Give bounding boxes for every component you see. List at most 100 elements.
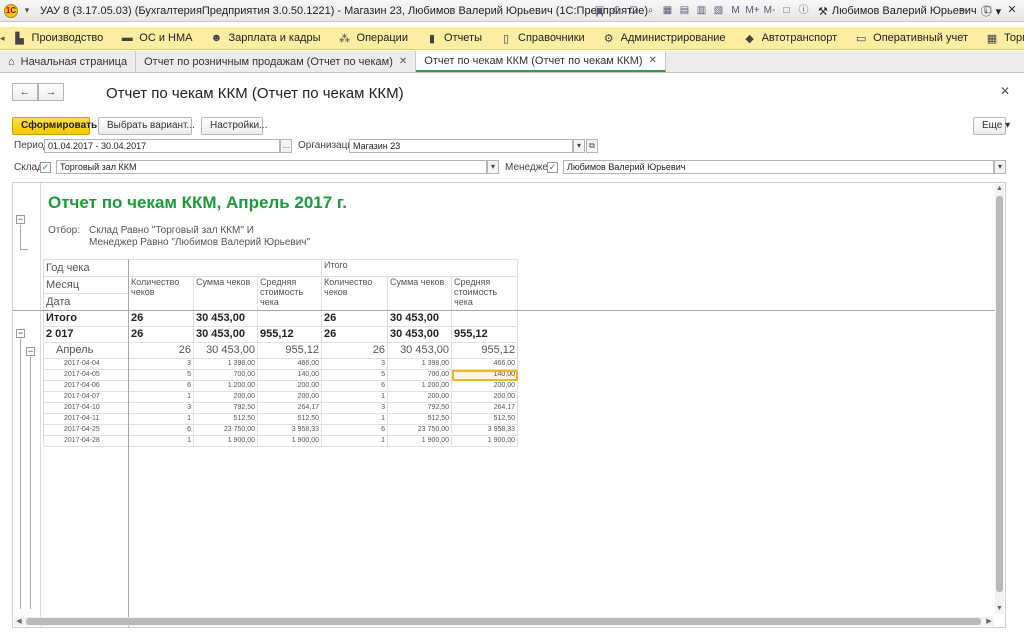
row-count[interactable]: 3	[128, 358, 194, 370]
total-average[interactable]	[257, 310, 322, 327]
month-count[interactable]: 26	[128, 342, 194, 359]
row-average[interactable]: 200,00	[257, 380, 322, 392]
total-sum[interactable]: 30 453,00	[193, 310, 258, 327]
chevron-down-icon[interactable]: ▾	[487, 160, 499, 174]
period-field[interactable]: 01.04.2017 - 30.04.2017	[44, 139, 280, 153]
screen-icon[interactable]: □	[779, 3, 794, 18]
print-icon[interactable]: ⎙	[609, 3, 624, 18]
row-average[interactable]: 466,00	[257, 358, 322, 370]
row-total-average[interactable]: 200,00	[451, 380, 518, 392]
year-count[interactable]: 26	[128, 326, 194, 343]
row-count[interactable]: 1	[128, 391, 194, 403]
row-total-average[interactable]: 3 958,33	[451, 424, 518, 436]
year-total-average[interactable]: 955,12	[451, 326, 518, 343]
select-variant-button[interactable]: Выбрать вариант...	[98, 117, 195, 135]
row-date[interactable]: 2017-04-04	[43, 358, 129, 370]
main-menu-arrow-icon[interactable]: ▾	[20, 5, 34, 16]
table-icon[interactable]: ▧	[711, 3, 726, 18]
section-production[interactable]: ▙ Производство	[5, 27, 113, 50]
row-sum[interactable]: 1 900,00	[193, 435, 258, 447]
m-icon[interactable]: M	[728, 3, 743, 18]
row-count[interactable]: 6	[128, 424, 194, 436]
row-total-count[interactable]: 5	[321, 369, 388, 381]
row-count[interactable]: 1	[128, 435, 194, 447]
warehouse-checkbox[interactable]: ✓	[40, 162, 51, 173]
section-salary[interactable]: ☻ Зарплата и кадры	[201, 27, 329, 50]
calendar-icon[interactable]: ▦	[660, 3, 675, 18]
month-total-sum[interactable]: 30 453,00	[387, 342, 452, 359]
row-sum[interactable]: 512,50	[193, 413, 258, 425]
row-date[interactable]: 2017-04-11	[43, 413, 129, 425]
scroll-left-icon[interactable]: ◀	[14, 617, 24, 626]
tab-kkm-report[interactable]: Отчет по чекам ККМ (Отчет по чекам ККМ) …	[416, 51, 666, 72]
row-count[interactable]: 6	[128, 380, 194, 392]
vertical-scroll-thumb[interactable]	[996, 196, 1003, 592]
row-total-sum[interactable]: 200,00	[387, 391, 452, 403]
row-total-average[interactable]: 200,00	[451, 391, 518, 403]
row-total-count[interactable]: 1	[321, 435, 388, 447]
row-average[interactable]: 140,00	[257, 369, 322, 381]
row-date[interactable]: 2017-04-28	[43, 435, 129, 447]
row-sum[interactable]: 1 200,00	[193, 380, 258, 392]
month-average[interactable]: 955,12	[257, 342, 322, 359]
month-total-count[interactable]: 26	[321, 342, 388, 359]
collapse-header-icon[interactable]: −	[16, 215, 25, 224]
month-label[interactable]: Апрель	[43, 342, 129, 359]
row-date[interactable]: 2017-04-07	[43, 391, 129, 403]
organization-field[interactable]: Магазин 23	[349, 139, 573, 153]
chevron-down-icon[interactable]: ▾	[573, 139, 585, 153]
chevron-down-icon[interactable]: ▾	[994, 160, 1006, 174]
row-total-sum[interactable]: 1 200,00	[387, 380, 452, 392]
row-count[interactable]: 5	[128, 369, 194, 381]
row-date[interactable]: 2017-04-06	[43, 380, 129, 392]
manager-field[interactable]: Любимов Валерий Юрьевич	[563, 160, 994, 174]
section-vehicles[interactable]: ◆ Автотранспорт	[735, 27, 847, 50]
row-total-average[interactable]: 512,50	[451, 413, 518, 425]
save-icon[interactable]: ▣	[592, 3, 607, 18]
row-total-count[interactable]: 3	[321, 358, 388, 370]
selected-cell[interactable]: 140,00	[451, 369, 518, 381]
row-average[interactable]: 3 958,33	[257, 424, 322, 436]
total-total-sum[interactable]: 30 453,00	[387, 310, 452, 327]
row-total-count[interactable]: 1	[321, 413, 388, 425]
back-arrow-icon[interactable]: ←	[12, 83, 38, 101]
row-sum[interactable]: 23 750,00	[193, 424, 258, 436]
row-total-sum[interactable]: 23 750,00	[387, 424, 452, 436]
row-total-sum[interactable]: 700,00	[387, 369, 452, 381]
preview-icon[interactable]: ⊡	[626, 3, 641, 18]
period-select-button[interactable]: ...	[280, 139, 292, 153]
total-label[interactable]: Итого	[43, 310, 129, 327]
section-fixed-assets[interactable]: ▬ ОС и НМА	[112, 27, 201, 50]
row-average[interactable]: 200,00	[257, 391, 322, 403]
row-total-average[interactable]: 466,00	[451, 358, 518, 370]
year-average[interactable]: 955,12	[257, 326, 322, 343]
calendar-icon[interactable]: ▥	[694, 3, 709, 18]
search-icon[interactable]: ⌕	[643, 3, 658, 18]
row-date[interactable]: 2017-04-05	[43, 369, 129, 381]
section-operations[interactable]: ⁂ Операции	[330, 27, 417, 50]
row-count[interactable]: 3	[128, 402, 194, 414]
row-count[interactable]: 1	[128, 413, 194, 425]
row-total-average[interactable]: 264,17	[451, 402, 518, 414]
year-label[interactable]: 2 017	[43, 326, 129, 343]
report-document[interactable]: − − − Отчет по чекам ККМ, Апрель 2017 г.…	[12, 182, 1006, 628]
row-sum[interactable]: 200,00	[193, 391, 258, 403]
total-count[interactable]: 26	[128, 310, 194, 327]
settings-button[interactable]: Настройки...	[201, 117, 267, 135]
tab-retail-report[interactable]: Отчет по розничным продажам (Отчет по че…	[136, 51, 417, 72]
month-total-average[interactable]: 955,12	[451, 342, 518, 359]
month-sum[interactable]: 30 453,00	[193, 342, 258, 359]
row-total-count[interactable]: 3	[321, 402, 388, 414]
horizontal-scroll-thumb[interactable]	[26, 618, 981, 625]
m-plus-icon[interactable]: M+	[745, 3, 760, 18]
year-total-sum[interactable]: 30 453,00	[387, 326, 452, 343]
warehouse-field[interactable]: Торговый зал ККМ	[56, 160, 487, 174]
manager-checkbox[interactable]: ✓	[547, 162, 558, 173]
generate-button[interactable]: Сформировать	[12, 117, 97, 135]
collapse-month-icon[interactable]: −	[26, 347, 35, 356]
total-total-count[interactable]: 26	[321, 310, 388, 327]
close-icon[interactable]: ✕	[1004, 2, 1020, 18]
close-icon[interactable]: ✕	[649, 55, 657, 66]
year-total-count[interactable]: 26	[321, 326, 388, 343]
row-total-sum[interactable]: 792,50	[387, 402, 452, 414]
